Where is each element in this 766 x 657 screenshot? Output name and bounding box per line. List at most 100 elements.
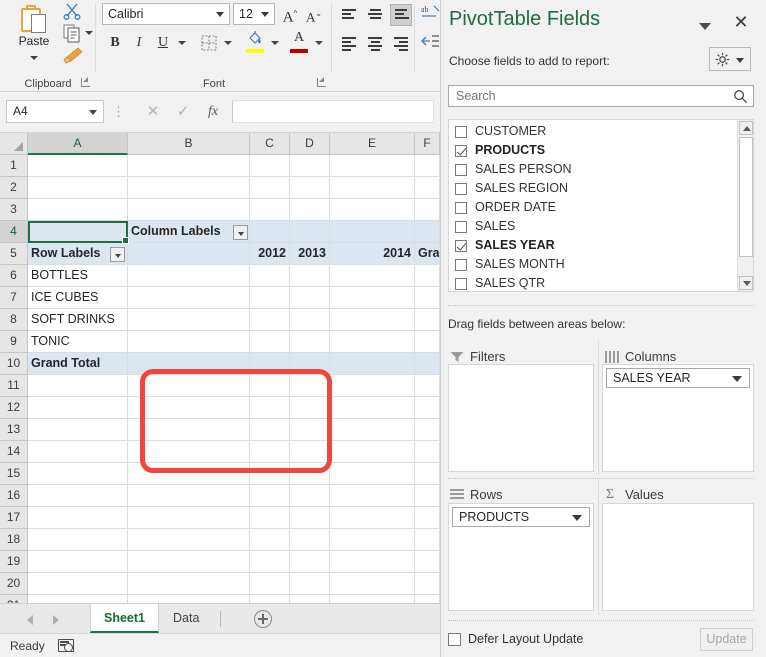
cell-A13[interactable] — [28, 419, 128, 441]
cell-C17[interactable] — [250, 507, 290, 529]
paste-chevron-down-icon[interactable] — [30, 56, 38, 60]
field-item-order-date[interactable]: ORDER DATE — [449, 199, 739, 218]
cell-year-2012[interactable]: 2012 — [250, 243, 290, 265]
pill-chevron-down-icon[interactable] — [572, 515, 582, 521]
cell-year-2014[interactable]: 2014 — [330, 243, 415, 265]
pill-chevron-down-icon[interactable] — [732, 376, 742, 382]
cell-B18[interactable] — [128, 529, 250, 551]
row-header-2[interactable]: 2 — [0, 177, 28, 199]
cell-B2[interactable] — [128, 177, 250, 199]
font-name-chevron-down-icon[interactable] — [216, 12, 224, 17]
field-list[interactable]: CUSTOMER PRODUCTS SALES PERSON SALES REGION… — [448, 119, 754, 292]
cell-C6[interactable] — [250, 265, 290, 287]
align-bottom-button[interactable] — [390, 4, 412, 26]
field-checkbox-products[interactable] — [455, 145, 467, 157]
cell-D6[interactable] — [290, 265, 330, 287]
row-header-3[interactable]: 3 — [0, 199, 28, 221]
cell-C4[interactable] — [250, 221, 290, 243]
next-sheet-button[interactable] — [48, 612, 64, 628]
cell-A2[interactable] — [28, 177, 128, 199]
field-item-products[interactable]: PRODUCTS — [449, 142, 739, 161]
cell-E8[interactable] — [330, 309, 415, 331]
cell-F12[interactable] — [415, 397, 440, 419]
cell-A20[interactable] — [28, 573, 128, 595]
cell-E7[interactable] — [330, 287, 415, 309]
columns-drop-area[interactable]: SALES YEAR — [602, 364, 754, 472]
sheet-tab-sheet1[interactable]: Sheet1 — [90, 604, 159, 633]
field-item-sales-region[interactable]: SALES REGION — [449, 180, 739, 199]
cell-product-ice-cubes[interactable]: ICE CUBES — [28, 287, 128, 309]
cell-F1[interactable] — [415, 155, 440, 177]
cell-C7[interactable] — [250, 287, 290, 309]
row-header-1[interactable]: 1 — [0, 155, 28, 177]
cell-B14[interactable] — [128, 441, 250, 463]
copy-button[interactable] — [62, 24, 84, 44]
borders-chevron-down-icon[interactable] — [224, 41, 232, 45]
italic-button[interactable]: I — [128, 32, 150, 54]
pivot-tools-gear-button[interactable] — [709, 47, 751, 71]
row-header-4[interactable]: 4 — [0, 221, 28, 243]
align-left-button[interactable] — [338, 32, 360, 54]
cell-E4[interactable] — [330, 221, 415, 243]
cell-E14[interactable] — [330, 441, 415, 463]
fill-color-button[interactable] — [244, 30, 266, 54]
insert-function-button[interactable]: fx — [200, 101, 226, 122]
row-header-12[interactable]: 12 — [0, 397, 28, 419]
font-size-combo[interactable]: 12 — [233, 3, 275, 25]
cell-D15[interactable] — [290, 463, 330, 485]
cell-F17[interactable] — [415, 507, 440, 529]
cell-D13[interactable] — [290, 419, 330, 441]
formula-input[interactable] — [232, 100, 434, 123]
row-header-15[interactable]: 15 — [0, 463, 28, 485]
row-header-14[interactable]: 14 — [0, 441, 28, 463]
sheet-tab-data[interactable]: Data — [160, 604, 212, 633]
field-item-customer[interactable]: CUSTOMER — [449, 123, 739, 142]
field-checkbox-order-date[interactable] — [455, 202, 467, 214]
cell-F9[interactable] — [415, 331, 440, 353]
cell-A14[interactable] — [28, 441, 128, 463]
scroll-down-icon[interactable] — [739, 276, 753, 290]
scrollbar-thumb[interactable] — [739, 137, 753, 257]
cell-D1[interactable] — [290, 155, 330, 177]
decrease-indent-button[interactable] — [420, 32, 442, 54]
cell-C21[interactable] — [250, 595, 290, 603]
search-input[interactable] — [454, 86, 719, 106]
cell-product-tonic[interactable]: TONIC — [28, 331, 128, 353]
cell-E18[interactable] — [330, 529, 415, 551]
select-all-corner[interactable] — [0, 133, 28, 155]
clipboard-dialog-launcher[interactable] — [79, 76, 92, 89]
field-checkbox-sales-month[interactable] — [455, 259, 467, 271]
update-button[interactable]: Update — [700, 628, 753, 651]
paste-button[interactable]: Paste — [8, 2, 60, 64]
name-box[interactable]: A4 — [6, 100, 104, 123]
row-header-9[interactable]: 9 — [0, 331, 28, 353]
field-list-scrollbar[interactable] — [737, 120, 753, 291]
cell-F5-grand-total[interactable]: Grand Total — [415, 243, 440, 265]
cell-E17[interactable] — [330, 507, 415, 529]
rows-pill-products[interactable]: PRODUCTS — [452, 507, 590, 527]
column-header-A[interactable]: A — [28, 133, 128, 155]
cell-A12[interactable] — [28, 397, 128, 419]
worksheet-grid[interactable]: ABCDEF 123456789101112131415161718192021… — [0, 133, 440, 603]
cell-F8[interactable] — [415, 309, 440, 331]
row-header-21[interactable]: 21 — [0, 595, 28, 603]
underline-button[interactable]: U — [152, 32, 174, 54]
cell-E16[interactable] — [330, 485, 415, 507]
cell-E13[interactable] — [330, 419, 415, 441]
cell-A18[interactable] — [28, 529, 128, 551]
cell-B3[interactable] — [128, 199, 250, 221]
cell-B6[interactable] — [128, 265, 250, 287]
row-header-20[interactable]: 20 — [0, 573, 28, 595]
previous-sheet-button[interactable] — [22, 612, 38, 628]
row-labels-filter-dropdown[interactable] — [110, 247, 125, 262]
cell-B9[interactable] — [128, 331, 250, 353]
increase-font-size-button[interactable]: A^ — [279, 3, 301, 26]
cell-F21[interactable] — [415, 595, 440, 603]
row-header-18[interactable]: 18 — [0, 529, 28, 551]
column-header-C[interactable]: C — [250, 133, 290, 155]
cell-D4[interactable] — [290, 221, 330, 243]
cell-C15[interactable] — [250, 463, 290, 485]
columns-pill-sales-year[interactable]: SALES YEAR — [606, 368, 750, 388]
align-middle-button[interactable] — [364, 4, 386, 26]
cell-F16[interactable] — [415, 485, 440, 507]
